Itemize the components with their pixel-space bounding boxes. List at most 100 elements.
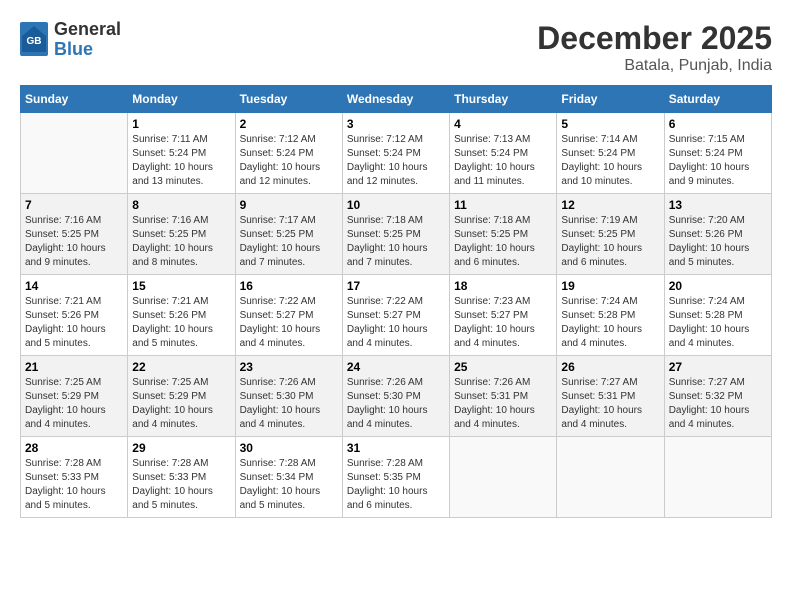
day-info: Sunrise: 7:17 AM Sunset: 5:25 PM Dayligh… — [240, 214, 338, 270]
weekday-header: Sunday — [21, 86, 128, 113]
calendar-cell: 28Sunrise: 7:28 AM Sunset: 5:33 PM Dayli… — [21, 437, 128, 518]
weekday-header: Friday — [557, 86, 664, 113]
day-number: 22 — [132, 360, 230, 374]
day-info: Sunrise: 7:28 AM Sunset: 5:35 PM Dayligh… — [347, 457, 445, 513]
calendar-cell: 24 Sunrise: 7:26 AM Sunset: 5:30 PM Dayli… — [342, 356, 449, 437]
day-info: Sunrise: 7:22 AM Sunset: 5:27 PM Dayligh… — [347, 295, 445, 351]
logo: GB General Blue — [20, 20, 121, 60]
day-number: 6 — [669, 117, 767, 131]
day-number: 8 — [132, 198, 230, 212]
calendar-body: 1 Sunrise: 7:11 AM Sunset: 5:24 PM Daylig… — [21, 113, 772, 518]
day-number: 1 — [132, 117, 230, 131]
day-info: Sunrise: 7:27 AM Sunset: 5:31 PM Dayligh… — [561, 376, 659, 432]
calendar-cell: 3Sunrise: 7:12 AM Sunset: 5:24 PM Daylig… — [342, 113, 449, 194]
day-number: 31 — [347, 441, 445, 455]
page-header: GB General Blue December 2025 Batala, Pu… — [20, 20, 772, 75]
day-info: Sunrise: 7:27 AM Sunset: 5:32 PM Dayligh… — [669, 376, 767, 432]
day-number: 7 — [25, 198, 123, 212]
day-info: Sunrise: 7:14 AM Sunset: 5:24 PM Dayligh… — [561, 133, 659, 189]
day-info: Sunrise: 7:12 AM Sunset: 5:24 PM Dayligh… — [347, 133, 445, 189]
calendar-week-row: 21 Sunrise: 7:25 AM Sunset: 5:29 PM Dayli… — [21, 356, 772, 437]
day-number: 2 — [240, 117, 338, 131]
calendar-cell: 18Sunrise: 7:23 AM Sunset: 5:27 PM Dayli… — [450, 275, 557, 356]
day-number: 21 — [25, 360, 123, 374]
calendar-week-row: 28 Sunrise: 7:28 AM Sunset: 5:33 PM Dayli… — [21, 437, 772, 518]
day-info: Sunrise: 7:26 AM Sunset: 5:31 PM Dayligh… — [454, 376, 552, 432]
day-info: Sunrise: 7:22 AM Sunset: 5:27 PM Dayligh… — [240, 295, 338, 351]
day-number: 23 — [240, 360, 338, 374]
day-info: Sunrise: 7:15 AM Sunset: 5:24 PM Dayligh… — [669, 133, 767, 189]
calendar-cell: 9 Sunrise: 7:17 AM Sunset: 5:25 PM Daylig… — [235, 194, 342, 275]
calendar-cell: 11Sunrise: 7:18 AM Sunset: 5:25 PM Dayli… — [450, 194, 557, 275]
weekday-header: Monday — [128, 86, 235, 113]
calendar-cell: 10Sunrise: 7:18 AM Sunset: 5:25 PM Dayli… — [342, 194, 449, 275]
calendar-week-row: 14 Sunrise: 7:21 AM Sunset: 5:26 PM Dayli… — [21, 275, 772, 356]
day-number: 20 — [669, 279, 767, 293]
calendar-cell: 19Sunrise: 7:24 AM Sunset: 5:28 PM Dayli… — [557, 275, 664, 356]
weekday-header: Wednesday — [342, 86, 449, 113]
calendar-cell: 15Sunrise: 7:21 AM Sunset: 5:26 PM Dayli… — [128, 275, 235, 356]
day-info: Sunrise: 7:16 AM Sunset: 5:25 PM Dayligh… — [132, 214, 230, 270]
calendar-cell: 22 Sunrise: 7:25 AM Sunset: 5:29 PM Dayli… — [128, 356, 235, 437]
day-info: Sunrise: 7:26 AM Sunset: 5:30 PM Dayligh… — [347, 376, 445, 432]
day-number: 16 — [240, 279, 338, 293]
day-number: 28 — [25, 441, 123, 455]
calendar-week-row: 1 Sunrise: 7:11 AM Sunset: 5:24 PM Daylig… — [21, 113, 772, 194]
calendar-cell: 17 Sunrise: 7:22 AM Sunset: 5:27 PM Dayli… — [342, 275, 449, 356]
calendar-cell: 6 Sunrise: 7:15 AM Sunset: 5:24 PM Daylig… — [664, 113, 771, 194]
logo-text: General Blue — [54, 20, 121, 60]
day-number: 13 — [669, 198, 767, 212]
month-title: December 2025 — [537, 20, 772, 57]
day-info: Sunrise: 7:23 AM Sunset: 5:27 PM Dayligh… — [454, 295, 552, 351]
calendar-cell: 29 Sunrise: 7:28 AM Sunset: 5:33 PM Dayli… — [128, 437, 235, 518]
day-info: Sunrise: 7:21 AM Sunset: 5:26 PM Dayligh… — [25, 295, 123, 351]
calendar-cell: 16 Sunrise: 7:22 AM Sunset: 5:27 PM Dayli… — [235, 275, 342, 356]
day-number: 17 — [347, 279, 445, 293]
weekday-row: SundayMondayTuesdayWednesdayThursdayFrid… — [21, 86, 772, 113]
day-number: 24 — [347, 360, 445, 374]
day-info: Sunrise: 7:11 AM Sunset: 5:24 PM Dayligh… — [132, 133, 230, 189]
svg-text:GB: GB — [27, 36, 42, 47]
day-info: Sunrise: 7:13 AM Sunset: 5:24 PM Dayligh… — [454, 133, 552, 189]
title-block: December 2025 Batala, Punjab, India — [537, 20, 772, 75]
day-number: 12 — [561, 198, 659, 212]
calendar-table: SundayMondayTuesdayWednesdayThursdayFrid… — [20, 85, 772, 518]
day-info: Sunrise: 7:26 AM Sunset: 5:30 PM Dayligh… — [240, 376, 338, 432]
calendar-cell: 2Sunrise: 7:12 AM Sunset: 5:24 PM Daylig… — [235, 113, 342, 194]
calendar-cell — [664, 437, 771, 518]
calendar-cell: 4Sunrise: 7:13 AM Sunset: 5:24 PM Daylig… — [450, 113, 557, 194]
day-info: Sunrise: 7:24 AM Sunset: 5:28 PM Dayligh… — [669, 295, 767, 351]
calendar-cell: 31 Sunrise: 7:28 AM Sunset: 5:35 PM Dayli… — [342, 437, 449, 518]
day-number: 26 — [561, 360, 659, 374]
weekday-header: Saturday — [664, 86, 771, 113]
day-info: Sunrise: 7:25 AM Sunset: 5:29 PM Dayligh… — [132, 376, 230, 432]
day-number: 14 — [25, 279, 123, 293]
day-info: Sunrise: 7:21 AM Sunset: 5:26 PM Dayligh… — [132, 295, 230, 351]
logo-line2: Blue — [54, 40, 121, 60]
calendar-header: SundayMondayTuesdayWednesdayThursdayFrid… — [21, 86, 772, 113]
calendar-cell — [21, 113, 128, 194]
day-info: Sunrise: 7:24 AM Sunset: 5:28 PM Dayligh… — [561, 295, 659, 351]
day-number: 11 — [454, 198, 552, 212]
day-number: 5 — [561, 117, 659, 131]
day-info: Sunrise: 7:19 AM Sunset: 5:25 PM Dayligh… — [561, 214, 659, 270]
day-info: Sunrise: 7:16 AM Sunset: 5:25 PM Dayligh… — [25, 214, 123, 270]
day-number: 9 — [240, 198, 338, 212]
calendar-cell: 26 Sunrise: 7:27 AM Sunset: 5:31 PM Dayli… — [557, 356, 664, 437]
calendar-cell: 25 Sunrise: 7:26 AM Sunset: 5:31 PM Dayli… — [450, 356, 557, 437]
weekday-header: Tuesday — [235, 86, 342, 113]
day-info: Sunrise: 7:28 AM Sunset: 5:33 PM Dayligh… — [132, 457, 230, 513]
logo-line1: General — [54, 20, 121, 40]
day-number: 27 — [669, 360, 767, 374]
day-info: Sunrise: 7:28 AM Sunset: 5:34 PM Dayligh… — [240, 457, 338, 513]
day-number: 29 — [132, 441, 230, 455]
day-info: Sunrise: 7:25 AM Sunset: 5:29 PM Dayligh… — [25, 376, 123, 432]
day-info: Sunrise: 7:20 AM Sunset: 5:26 PM Dayligh… — [669, 214, 767, 270]
day-number: 25 — [454, 360, 552, 374]
calendar-cell: 8 Sunrise: 7:16 AM Sunset: 5:25 PM Daylig… — [128, 194, 235, 275]
calendar-cell: 7 Sunrise: 7:16 AM Sunset: 5:25 PM Daylig… — [21, 194, 128, 275]
day-info: Sunrise: 7:18 AM Sunset: 5:25 PM Dayligh… — [347, 214, 445, 270]
calendar-cell: 1 Sunrise: 7:11 AM Sunset: 5:24 PM Daylig… — [128, 113, 235, 194]
weekday-header: Thursday — [450, 86, 557, 113]
calendar-cell: 30Sunrise: 7:28 AM Sunset: 5:34 PM Dayli… — [235, 437, 342, 518]
